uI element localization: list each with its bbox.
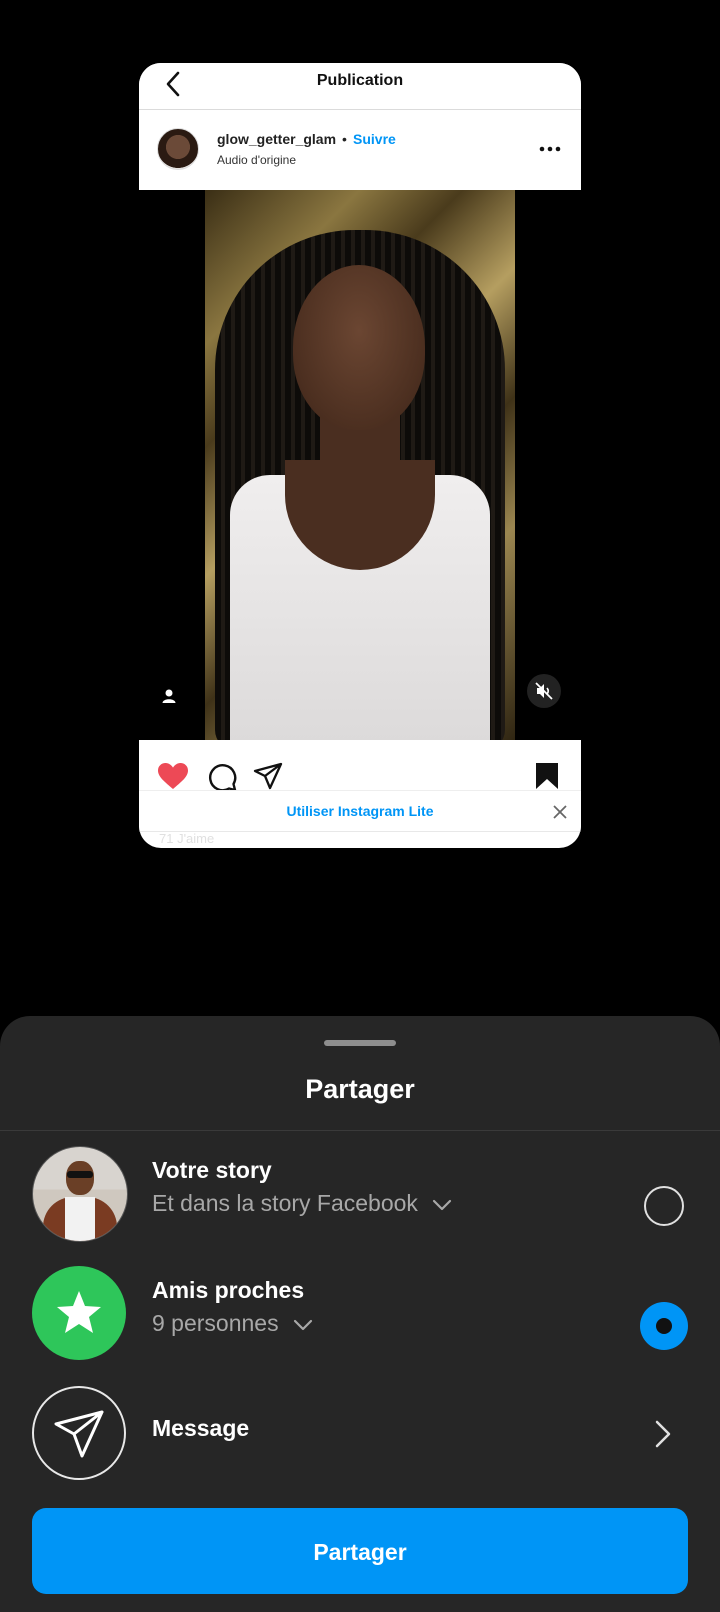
more-icon[interactable] bbox=[539, 145, 561, 153]
sheet-drag-handle[interactable] bbox=[324, 1040, 396, 1046]
mute-button[interactable] bbox=[527, 674, 561, 708]
option-title: Votre story bbox=[152, 1157, 272, 1183]
share-button[interactable]: Partager bbox=[32, 1508, 688, 1594]
lite-banner-link[interactable]: Utiliser Instagram Lite bbox=[139, 803, 581, 819]
bookmark-icon[interactable] bbox=[535, 762, 559, 790]
audio-label[interactable]: Audio d'origine bbox=[217, 153, 296, 167]
user-tag-icon[interactable] bbox=[161, 688, 177, 704]
your-story-radio[interactable] bbox=[644, 1186, 684, 1226]
author-username[interactable]: glow_getter_glam bbox=[217, 131, 336, 147]
chevron-down-icon bbox=[293, 1319, 313, 1331]
follow-button[interactable]: Suivre bbox=[353, 131, 396, 147]
chevron-right-icon bbox=[655, 1420, 671, 1448]
star-icon bbox=[57, 1291, 101, 1333]
send-icon bbox=[54, 1410, 104, 1458]
option-message[interactable]: Message bbox=[0, 1382, 720, 1482]
avatar bbox=[32, 1146, 128, 1242]
post-actions bbox=[139, 740, 581, 792]
heart-icon[interactable] bbox=[157, 762, 189, 790]
separator-dot: • bbox=[342, 131, 347, 147]
option-close-friends[interactable]: Amis proches 9 personnes bbox=[0, 1262, 720, 1362]
divider bbox=[0, 1130, 720, 1131]
close-friends-radio[interactable] bbox=[640, 1302, 688, 1350]
post-video-frame bbox=[205, 190, 515, 740]
option-subtitle: 9 personnes bbox=[152, 1310, 279, 1336]
option-title: Message bbox=[152, 1415, 250, 1441]
author-avatar[interactable] bbox=[157, 128, 199, 170]
instagram-lite-banner[interactable]: Utiliser Instagram Lite bbox=[139, 790, 581, 832]
option-subtitle: Et dans la story Facebook bbox=[152, 1190, 418, 1216]
message-avatar bbox=[32, 1386, 126, 1480]
mute-icon bbox=[535, 682, 553, 700]
facebook-story-dropdown[interactable]: Et dans la story Facebook bbox=[152, 1190, 452, 1217]
comment-icon[interactable] bbox=[207, 762, 237, 792]
post-preview-card: Publication glow_getter_glam • Suivre Au… bbox=[139, 63, 581, 848]
post-media[interactable] bbox=[139, 190, 581, 740]
option-title: Amis proches bbox=[152, 1277, 305, 1303]
sheet-title: Partager bbox=[305, 1074, 415, 1104]
likes-count: 71 J'aime bbox=[159, 831, 215, 846]
chevron-down-icon bbox=[433, 1199, 452, 1211]
close-icon[interactable] bbox=[553, 805, 567, 819]
post-header: glow_getter_glam • Suivre Audio d'origin… bbox=[139, 110, 581, 190]
share-icon[interactable] bbox=[253, 762, 283, 790]
close-friends-dropdown[interactable]: 9 personnes bbox=[152, 1310, 313, 1337]
page-title: Publication bbox=[316, 72, 404, 89]
close-friends-avatar bbox=[32, 1266, 126, 1360]
option-your-story[interactable]: Votre story Et dans la story Facebook bbox=[0, 1142, 720, 1242]
preview-header: Publication bbox=[139, 63, 581, 110]
